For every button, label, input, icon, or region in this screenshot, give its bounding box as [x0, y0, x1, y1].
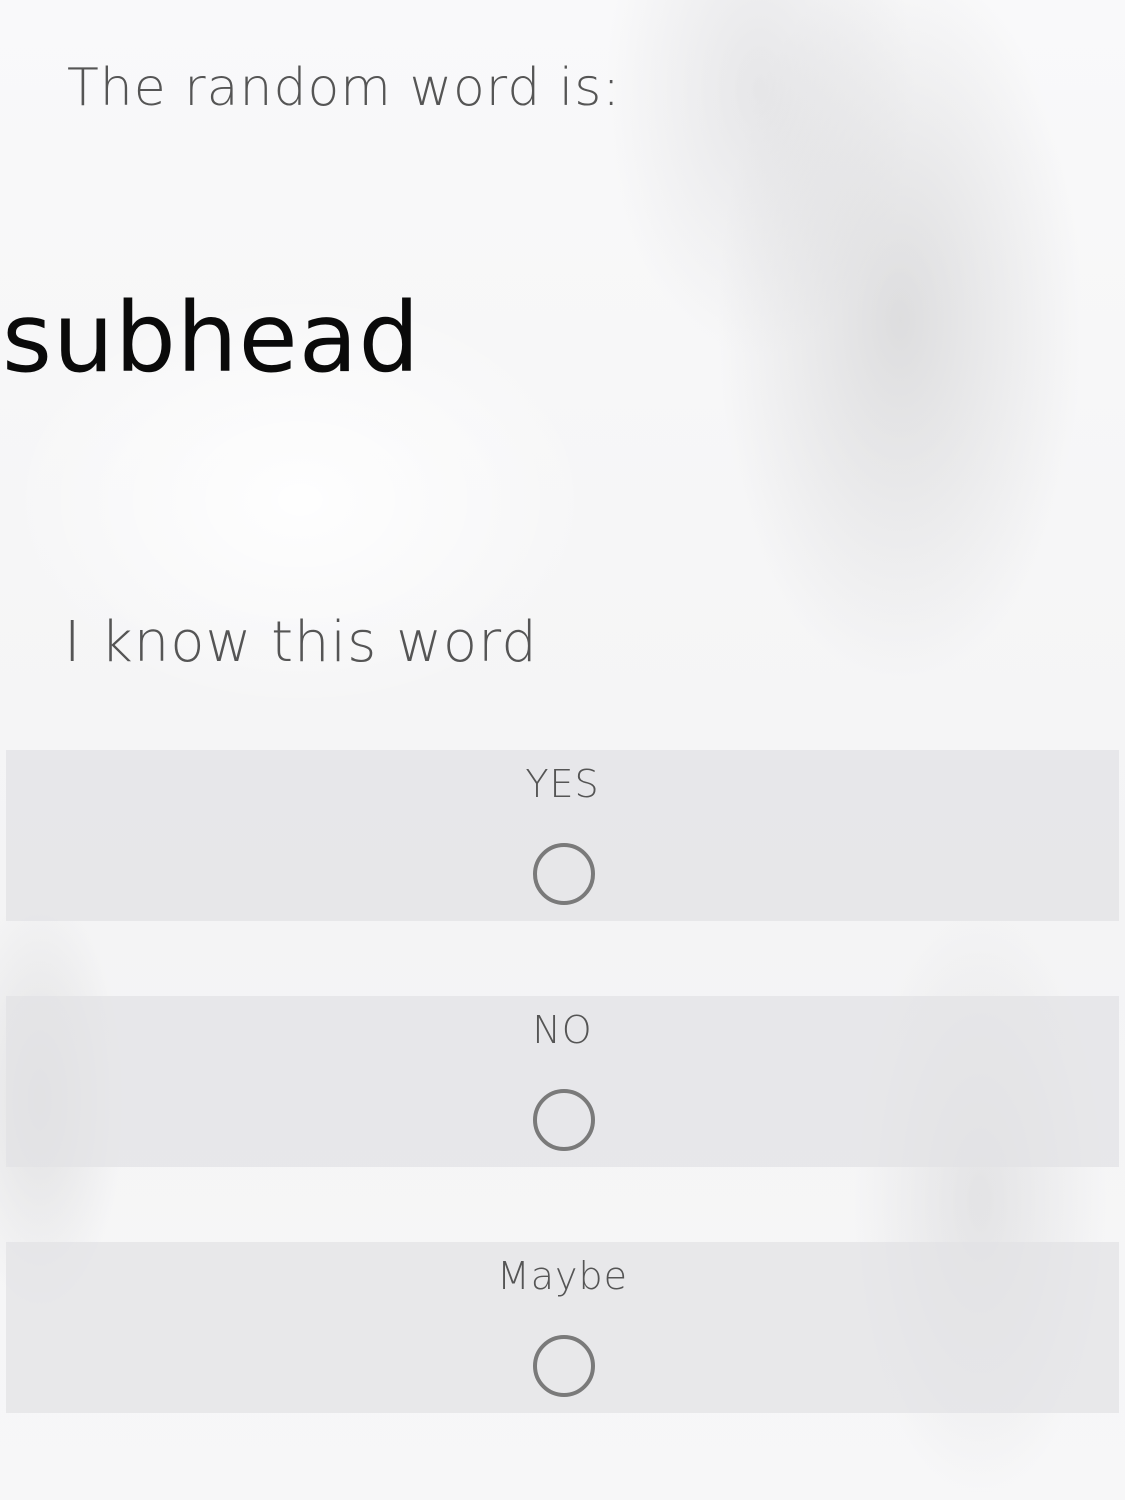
- option-no[interactable]: NO: [6, 996, 1119, 1167]
- prompt-heading: The random word is:: [67, 58, 621, 118]
- option-yes[interactable]: YES: [6, 750, 1119, 921]
- option-maybe-label: Maybe: [496, 1254, 629, 1298]
- option-no-label: NO: [532, 1008, 593, 1052]
- question-label: I know this word: [64, 610, 538, 675]
- random-word: subhead: [2, 282, 421, 394]
- option-yes-radio[interactable]: [533, 843, 595, 905]
- option-no-radio[interactable]: [533, 1089, 595, 1151]
- option-maybe[interactable]: Maybe: [6, 1242, 1119, 1413]
- option-maybe-radio[interactable]: [533, 1335, 595, 1397]
- option-yes-label: YES: [525, 762, 600, 806]
